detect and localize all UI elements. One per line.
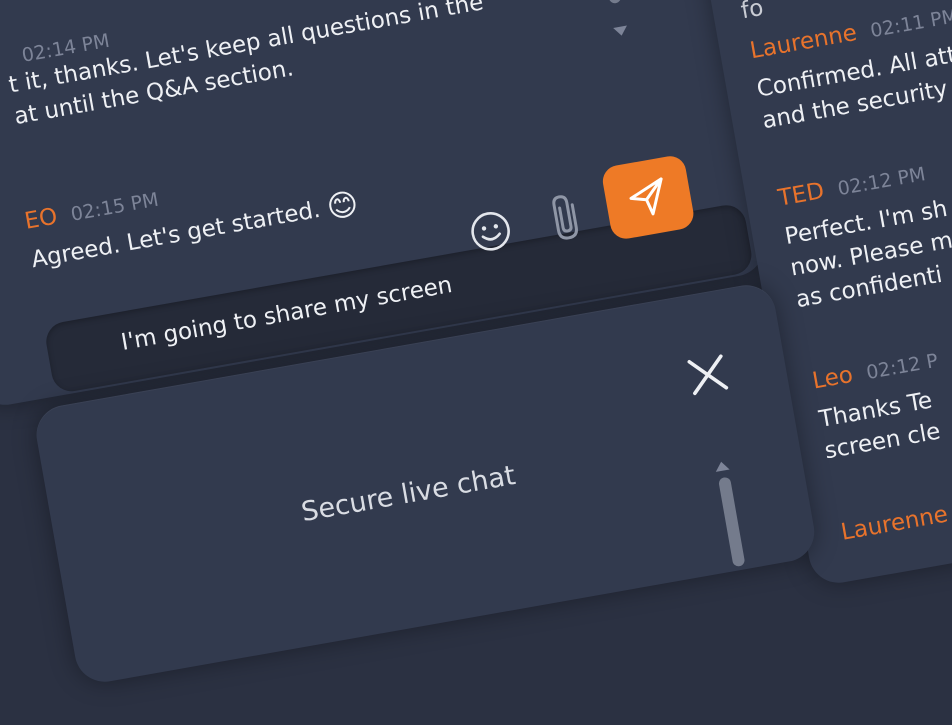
chat-ui-stage: 02:14 PM t it, thanks. Let's keep all qu… <box>0 0 952 687</box>
send-icon <box>629 177 663 216</box>
message-text-fragment: fo <box>738 0 766 25</box>
smiling-emoji: 😊 <box>324 186 362 227</box>
message-author: EO <box>22 203 60 235</box>
message-author: Leo <box>810 361 855 395</box>
paperclip-icon <box>552 195 578 240</box>
send-button[interactable] <box>600 153 696 242</box>
attach-file-button[interactable] <box>536 185 595 249</box>
close-button[interactable] <box>675 342 740 407</box>
right-message-2: TED 02:12 PM Perfect. I'm sh now. Please … <box>776 157 952 316</box>
smiley-icon <box>471 212 510 251</box>
close-icon <box>687 354 729 396</box>
emoji-button[interactable] <box>462 202 520 260</box>
